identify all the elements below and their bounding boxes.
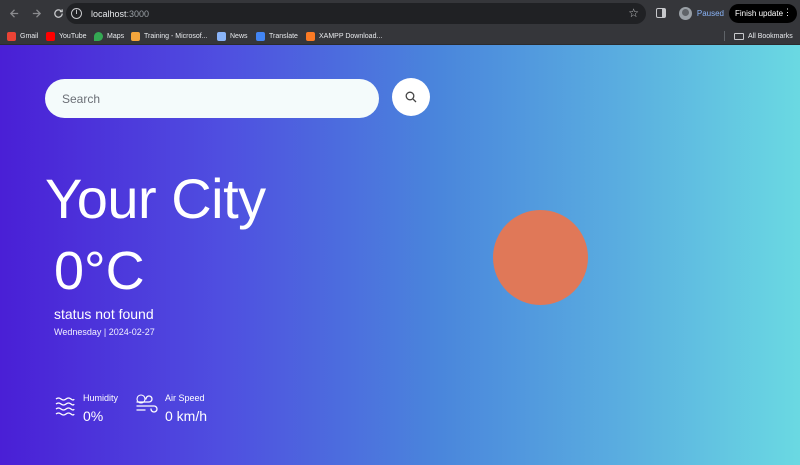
bookmark-translate[interactable]: Translate (256, 30, 298, 42)
site-info-icon[interactable]: i (71, 8, 82, 19)
temperature: 0°C (54, 241, 145, 301)
bookmarks-divider (724, 31, 725, 41)
training-icon (131, 31, 140, 41)
browser-toolbar: i localhost:3000 ☆ Paused Finish update … (0, 0, 800, 27)
date-label: Wednesday | 2024-02-27 (54, 327, 155, 337)
translate-icon (256, 31, 265, 41)
bookmark-gmail[interactable]: Gmail (7, 30, 38, 42)
arrow-left-icon (9, 9, 18, 18)
gmail-icon (7, 31, 16, 41)
bookmark-xampp[interactable]: XAMPP Download... (306, 30, 382, 42)
url-text: localhost:3000 (91, 8, 150, 19)
weather-app: Your City 0°C status not found Wednesday… (0, 45, 800, 465)
folder-icon (734, 32, 744, 40)
search-button[interactable] (392, 78, 430, 116)
humidity-icon (55, 397, 75, 416)
bookmark-maps[interactable]: Maps (94, 30, 124, 42)
reload-icon (53, 9, 63, 18)
weather-sun-icon (493, 210, 588, 305)
bookmarks-bar: Gmail YouTube Maps Training - Microsof..… (0, 27, 800, 45)
finish-update-label: Finish update (735, 9, 784, 18)
bookmark-training[interactable]: Training - Microsof... (131, 30, 208, 42)
search-icon (405, 91, 417, 103)
profile-status-label: Paused (696, 9, 724, 18)
profile-button[interactable]: Paused (676, 4, 724, 23)
maps-icon (94, 31, 103, 41)
search-input[interactable] (45, 79, 379, 118)
bookmark-youtube[interactable]: YouTube (46, 30, 87, 42)
bookmark-news[interactable]: News (217, 30, 248, 42)
wind-icon (136, 394, 158, 413)
weather-status: status not found (54, 306, 154, 322)
wind-stat: Air Speed 0 km/h (136, 393, 207, 424)
back-button[interactable] (4, 4, 24, 24)
arrow-right-icon (32, 9, 41, 18)
finish-update-button[interactable]: Finish update ⋮ (729, 4, 797, 23)
all-bookmarks-button[interactable]: All Bookmarks (734, 30, 793, 42)
forward-button[interactable] (26, 4, 46, 24)
address-bar[interactable]: i localhost:3000 ☆ (66, 3, 646, 24)
wind-value: 0 km/h (165, 408, 208, 424)
wind-label: Air Speed (165, 393, 205, 403)
city-name: Your City (45, 167, 266, 230)
youtube-icon (46, 31, 55, 41)
avatar (679, 7, 692, 20)
reload-button[interactable] (48, 4, 68, 24)
humidity-value: 0% (83, 408, 104, 424)
xampp-icon (306, 31, 315, 41)
news-icon (217, 31, 226, 41)
side-panel-icon[interactable] (656, 8, 666, 18)
humidity-label: Humidity (83, 393, 119, 403)
more-vert-icon: ⋮ (783, 7, 792, 17)
humidity-stat: Humidity 0% (54, 393, 118, 424)
bookmark-star-icon[interactable]: ☆ (628, 6, 639, 20)
